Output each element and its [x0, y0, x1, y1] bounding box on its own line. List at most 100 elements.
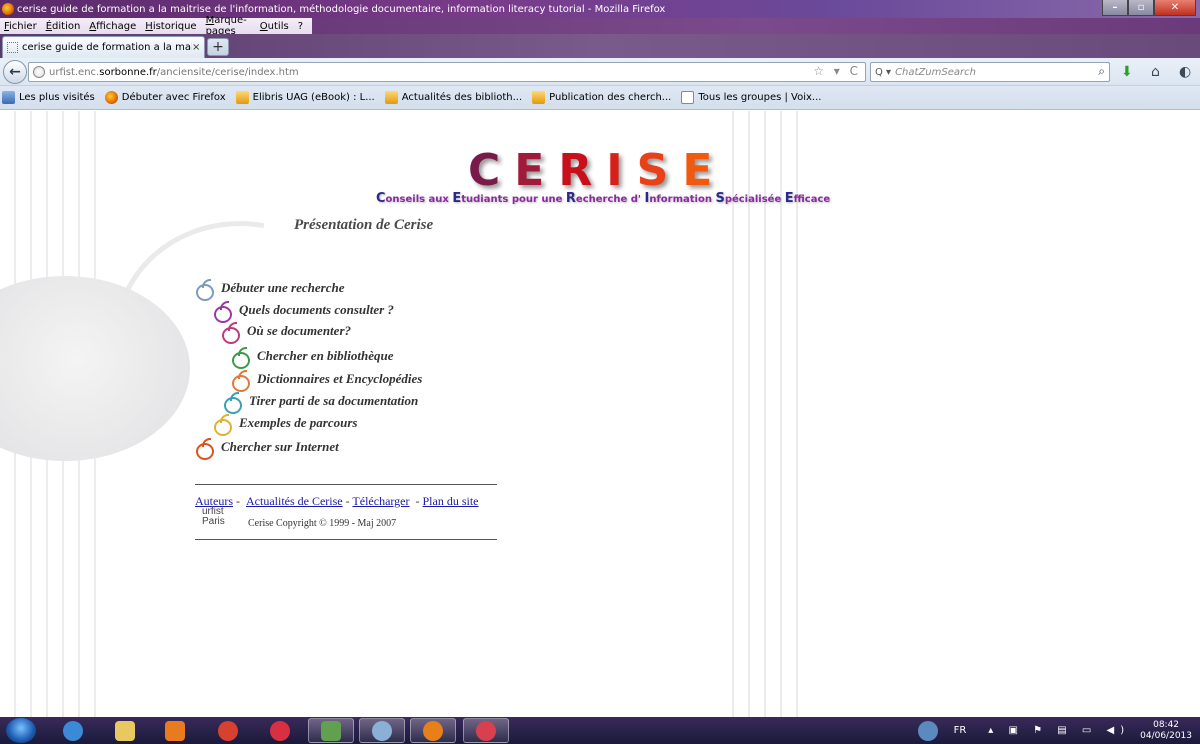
bookmark-elibris[interactable]: Elibris UAG (eBook) : L... — [235, 91, 375, 104]
menu-tirer-parti[interactable]: Tirer parti de sa documentation — [223, 392, 418, 414]
flower-icon — [476, 720, 496, 741]
menu-dictionnaires[interactable]: Dictionnaires et Encyclopédies — [231, 370, 422, 392]
link-telecharger[interactable]: Télécharger — [352, 494, 409, 508]
menu-fichier[interactable]: Fichier — [4, 21, 37, 32]
menu-aide[interactable]: ? — [298, 21, 303, 32]
bookmark-tous-groupes[interactable]: Tous les groupes | Voix... — [681, 91, 821, 104]
link-actualites[interactable]: Actualités de Cerise — [246, 494, 343, 508]
taskbar-app-red[interactable] — [257, 718, 303, 743]
window-controls: – ▫ ✕ — [1102, 0, 1196, 16]
taskbar-media-player[interactable] — [152, 718, 198, 743]
minimize-button[interactable]: – — [1102, 0, 1128, 16]
url-bar[interactable]: urfist.enc.sorbonne.fr/anciensite/cerise… — [28, 62, 866, 82]
page-icon — [681, 91, 695, 104]
firefox-icon — [104, 91, 118, 104]
taskbar: FR ▴ ▣ ⚑ ▤ ▭ ◀) 08:42 04/06/2013 — [0, 717, 1200, 744]
url-bar-actions-icon[interactable]: ☆ ▾ C — [813, 64, 861, 78]
page-title: Présentation de Cerise — [294, 217, 434, 233]
bookmarks-bar: Les plus visités Débuter avec Firefox El… — [0, 86, 1200, 110]
window-titlebar: cerise guide de formation a la maitrise … — [0, 0, 1200, 18]
rss-icon — [235, 91, 249, 104]
taskbar-app-mail[interactable] — [359, 718, 405, 743]
back-button[interactable]: ← — [3, 60, 27, 84]
cherry-icon — [223, 392, 242, 414]
taskbar-internet-explorer[interactable] — [50, 718, 96, 743]
copyright-text: Cerise Copyright © 1999 - Maj 2007 — [248, 518, 397, 529]
home-icon[interactable]: ⌂ — [1151, 64, 1160, 80]
globe-icon — [33, 66, 45, 78]
cherry-icon — [213, 414, 232, 436]
menu-exemples-parcours[interactable]: Exemples de parcours — [213, 414, 357, 436]
rss-icon — [384, 91, 398, 104]
taskbar-chrome[interactable] — [205, 718, 251, 743]
bookmark-actualites[interactable]: Actualités des biblioth... — [384, 91, 522, 104]
tray-icons[interactable]: ▴ ▣ ⚑ ▤ ▭ ◀) — [988, 725, 1130, 736]
cherry-icon — [195, 279, 214, 301]
cherry-icon — [231, 370, 250, 392]
taskbar-file-explorer[interactable] — [102, 718, 148, 743]
menu-bar-background — [312, 18, 1200, 34]
cherry-icon — [213, 301, 232, 323]
mail-icon — [372, 720, 392, 741]
page-content: CERISE Conseils aux Etudiants pour une R… — [0, 111, 1200, 717]
tab-cerise[interactable]: cerise guide de formation a la maitrise … — [2, 36, 205, 58]
footer-divider-top — [195, 484, 497, 485]
clock[interactable]: 08:42 04/06/2013 — [1140, 720, 1192, 742]
bookmark-debuter-firefox[interactable]: Débuter avec Firefox — [104, 91, 226, 104]
menu-debuter-recherche[interactable]: Débuter une recherche — [195, 279, 345, 301]
bookmark-folder-icon — [2, 91, 15, 104]
download-icon[interactable]: ⬇ — [1121, 64, 1133, 80]
footer-links: Auteurs - Actualités de Cerise - Télécha… — [195, 494, 479, 508]
menu-ou-se-documenter[interactable]: Où se documenter? — [221, 322, 351, 344]
search-engine-icon[interactable]: Q ▾ — [875, 67, 891, 78]
window-title: cerise guide de formation a la maitrise … — [17, 3, 666, 15]
menu-edition[interactable]: Édition — [46, 21, 81, 32]
menu-quels-documents[interactable]: Quels documents consulter ? — [213, 301, 394, 323]
search-input[interactable]: ChatZumSearch — [895, 67, 976, 78]
menu-bar: Fichier Édition Affichage Historique Mar… — [0, 15, 312, 37]
footer-divider-bottom — [195, 539, 497, 540]
media-player-icon — [165, 720, 185, 741]
cherry-icon — [221, 322, 240, 344]
rss-icon — [532, 91, 546, 104]
bookmark-publication[interactable]: Publication des cherch... — [532, 91, 671, 104]
url-text[interactable]: urfist.enc.sorbonne.fr/anciensite/cerise… — [49, 67, 299, 78]
search-go-icon[interactable]: ⌕ — [1098, 64, 1105, 79]
cerise-tagline: Conseils aux Etudiants pour une Recherch… — [376, 191, 831, 206]
firefox-icon — [423, 720, 443, 741]
firefox-icon — [2, 3, 14, 15]
notification-icon — [917, 720, 938, 741]
app-red-icon — [270, 720, 290, 741]
chrome-icon — [218, 720, 238, 741]
tab-strip: cerise guide de formation a la maitrise … — [0, 34, 1200, 58]
menu-chercher-internet[interactable]: Chercher sur Internet — [195, 438, 339, 460]
menu-affichage[interactable]: Affichage — [89, 21, 136, 32]
search-bar[interactable]: Q ▾ ChatZumSearch ⌕ — [870, 62, 1110, 82]
people-icon — [321, 720, 341, 741]
page-favicon-icon — [7, 42, 18, 53]
taskbar-app-flower[interactable] — [463, 718, 509, 743]
new-tab-button[interactable]: + — [207, 38, 229, 56]
tray-notification-app[interactable] — [910, 718, 946, 743]
internet-explorer-icon — [63, 720, 83, 741]
taskbar-firefox[interactable] — [410, 718, 456, 743]
link-plan-du-site[interactable]: Plan du site — [423, 494, 479, 508]
bookmark-plus-visites[interactable]: Les plus visités — [2, 91, 95, 104]
menu-historique[interactable]: Historique — [145, 21, 196, 32]
cherry-icon — [231, 347, 250, 369]
taskbar-app-people[interactable] — [308, 718, 354, 743]
language-indicator[interactable]: FR — [954, 725, 967, 736]
start-button[interactable] — [6, 718, 36, 743]
menu-chercher-bibliotheque[interactable]: Chercher en bibliothèque — [231, 347, 394, 369]
cerise-logo: CERISE — [468, 145, 727, 196]
system-tray: FR ▴ ▣ ⚑ ▤ ▭ ◀) 08:42 04/06/2013 — [910, 717, 1200, 744]
maximize-button[interactable]: ▫ — [1128, 0, 1154, 16]
tab-close-icon[interactable]: × — [192, 42, 200, 53]
tab-label: cerise guide de formation a la maitrise … — [22, 42, 192, 53]
menu-outils[interactable]: Outils — [260, 21, 289, 32]
cherry-icon — [195, 438, 214, 460]
close-window-button[interactable]: ✕ — [1154, 0, 1196, 16]
addon-icon[interactable]: ◐ — [1179, 64, 1191, 80]
folder-icon — [115, 720, 135, 741]
urfist-logo: urfist Paris — [202, 506, 225, 527]
